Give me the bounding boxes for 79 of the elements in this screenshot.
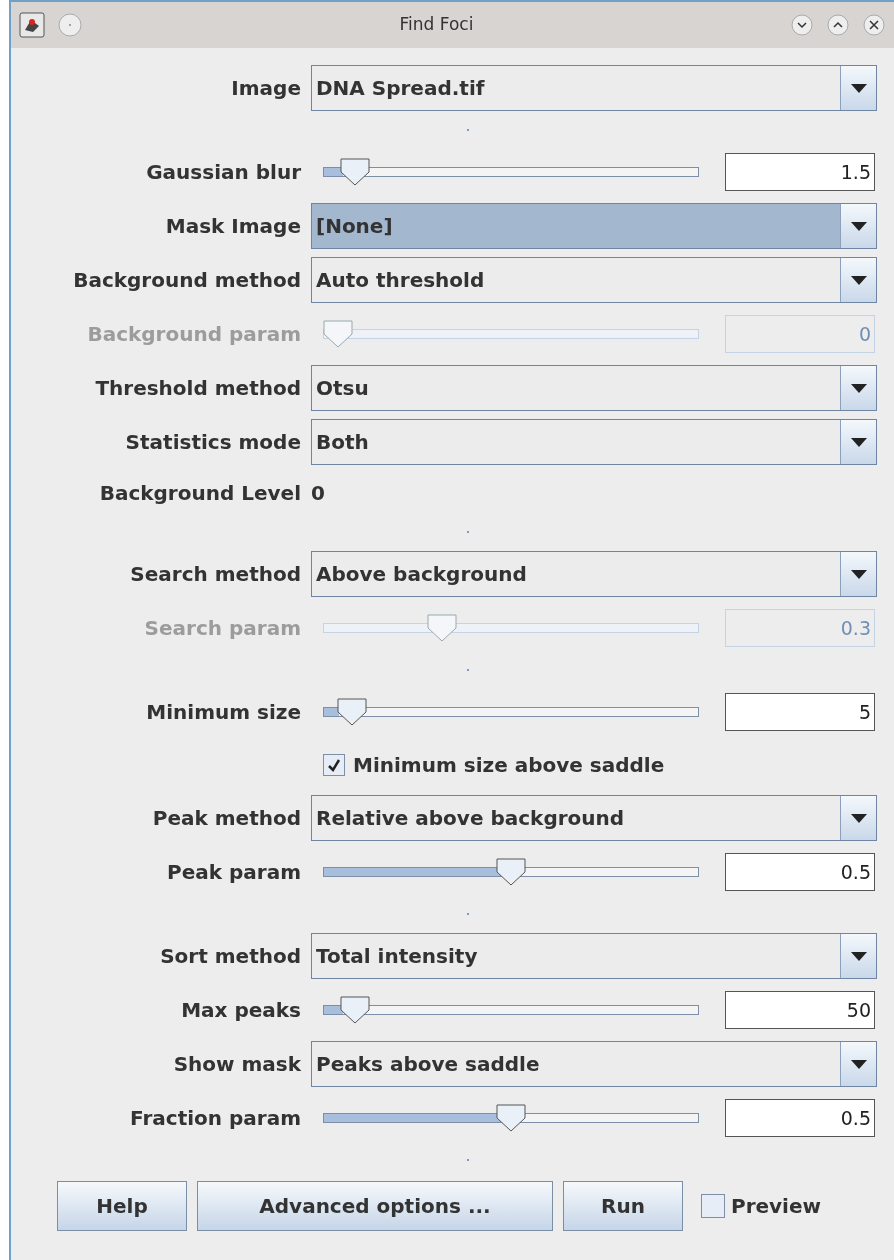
field-label: Background param [87, 321, 301, 348]
field-value: 0 [311, 480, 325, 507]
slider-track[interactable] [323, 1104, 699, 1132]
slider-fill [324, 708, 339, 716]
close-icon[interactable] [862, 13, 886, 37]
number-field[interactable]: 5 [725, 693, 875, 731]
dropdown-value: Otsu [316, 375, 369, 402]
dropdown-arrow-icon [850, 221, 867, 231]
minimize-icon[interactable] [790, 13, 814, 37]
slider-track[interactable] [323, 158, 699, 186]
slider-track[interactable] [323, 320, 699, 348]
dropdown-arrow-icon [850, 813, 867, 823]
checkbox-label: Preview [731, 1193, 822, 1220]
dropdown[interactable]: Auto threshold [311, 257, 877, 303]
field-label: Background method [73, 267, 301, 294]
dropdown-arrow-icon [850, 83, 867, 93]
slider-thumb[interactable] [336, 698, 367, 726]
dialog-button[interactable]: Help [57, 1181, 187, 1231]
window-title: Find Foci [398, 13, 475, 37]
slider-thumb[interactable] [496, 858, 526, 886]
dropdown-value: Peaks above saddle [316, 1051, 540, 1078]
field-label: Peak method [152, 805, 301, 832]
number-field[interactable]: 0.5 [725, 853, 875, 891]
dropdown-arrow-icon [850, 437, 867, 447]
slider-track[interactable] [323, 614, 699, 642]
dropdown-value: Above background [316, 561, 527, 588]
app-icon[interactable] [19, 12, 45, 38]
field-label: Search param [144, 615, 301, 642]
field-label: Peak param [167, 859, 301, 886]
field-label: Threshold method [95, 375, 301, 402]
dropdown-arrow-icon [850, 275, 867, 285]
check-icon [326, 757, 342, 773]
slider-thumb[interactable] [496, 1104, 526, 1132]
dropdown-value: Auto threshold [316, 267, 485, 294]
field-label: Max peaks [181, 997, 301, 1024]
field-label: Background Level [99, 480, 301, 507]
dropdown-value: Relative above background [316, 805, 625, 832]
dialog-button[interactable]: Advanced options ... [197, 1181, 553, 1231]
slider-track[interactable] [323, 996, 699, 1024]
dropdown[interactable]: Otsu [311, 365, 877, 411]
field-label: Image [231, 75, 301, 102]
checkbox[interactable] [323, 754, 345, 776]
field-label: Search method [130, 561, 301, 588]
dropdown-arrow-icon [850, 383, 867, 393]
dropdown-value: Both [316, 429, 369, 456]
checkbox-label: Minimum size above saddle [353, 752, 665, 779]
dropdown[interactable]: Both [311, 419, 877, 465]
dropdown-arrow-icon [850, 951, 867, 961]
field-label: Minimum size [146, 699, 301, 726]
window-menu-icon[interactable] [57, 12, 83, 38]
field-label: Statistics mode [125, 429, 301, 456]
field-label: Mask Image [165, 213, 301, 240]
dropdown[interactable]: Peaks above saddle [311, 1041, 877, 1087]
dropdown[interactable]: Relative above background [311, 795, 877, 841]
checkbox[interactable] [701, 1194, 725, 1218]
dialog-button[interactable]: Run [563, 1181, 683, 1231]
dropdown-arrow-icon [850, 569, 867, 579]
maximize-icon[interactable] [826, 13, 850, 37]
dropdown[interactable]: Above background [311, 551, 877, 597]
dropdown-arrow-icon [850, 1059, 867, 1069]
number-field[interactable]: 50 [725, 991, 875, 1029]
slider-thumb[interactable] [340, 996, 371, 1024]
number-field[interactable]: 1.5 [725, 153, 875, 191]
dropdown[interactable]: [None] [311, 203, 877, 249]
slider-thumb[interactable] [340, 158, 371, 186]
field-label: Sort method [160, 943, 301, 970]
dropdown[interactable]: Total intensity [311, 933, 877, 979]
slider-track[interactable] [323, 858, 699, 886]
slider-fill [324, 168, 343, 176]
slider-fill [324, 1006, 343, 1014]
field-label: Show mask [173, 1051, 301, 1078]
dropdown-value: [None] [316, 213, 393, 240]
slider-track[interactable] [323, 698, 699, 726]
field-label: Gaussian blur [146, 159, 301, 186]
dropdown-value: Total intensity [316, 943, 478, 970]
dropdown[interactable]: DNA Spread.tif [311, 65, 877, 111]
dropdown-value: DNA Spread.tif [316, 75, 485, 102]
number-field[interactable]: 0.5 [725, 1099, 875, 1137]
field-label: Fraction param [130, 1105, 301, 1132]
